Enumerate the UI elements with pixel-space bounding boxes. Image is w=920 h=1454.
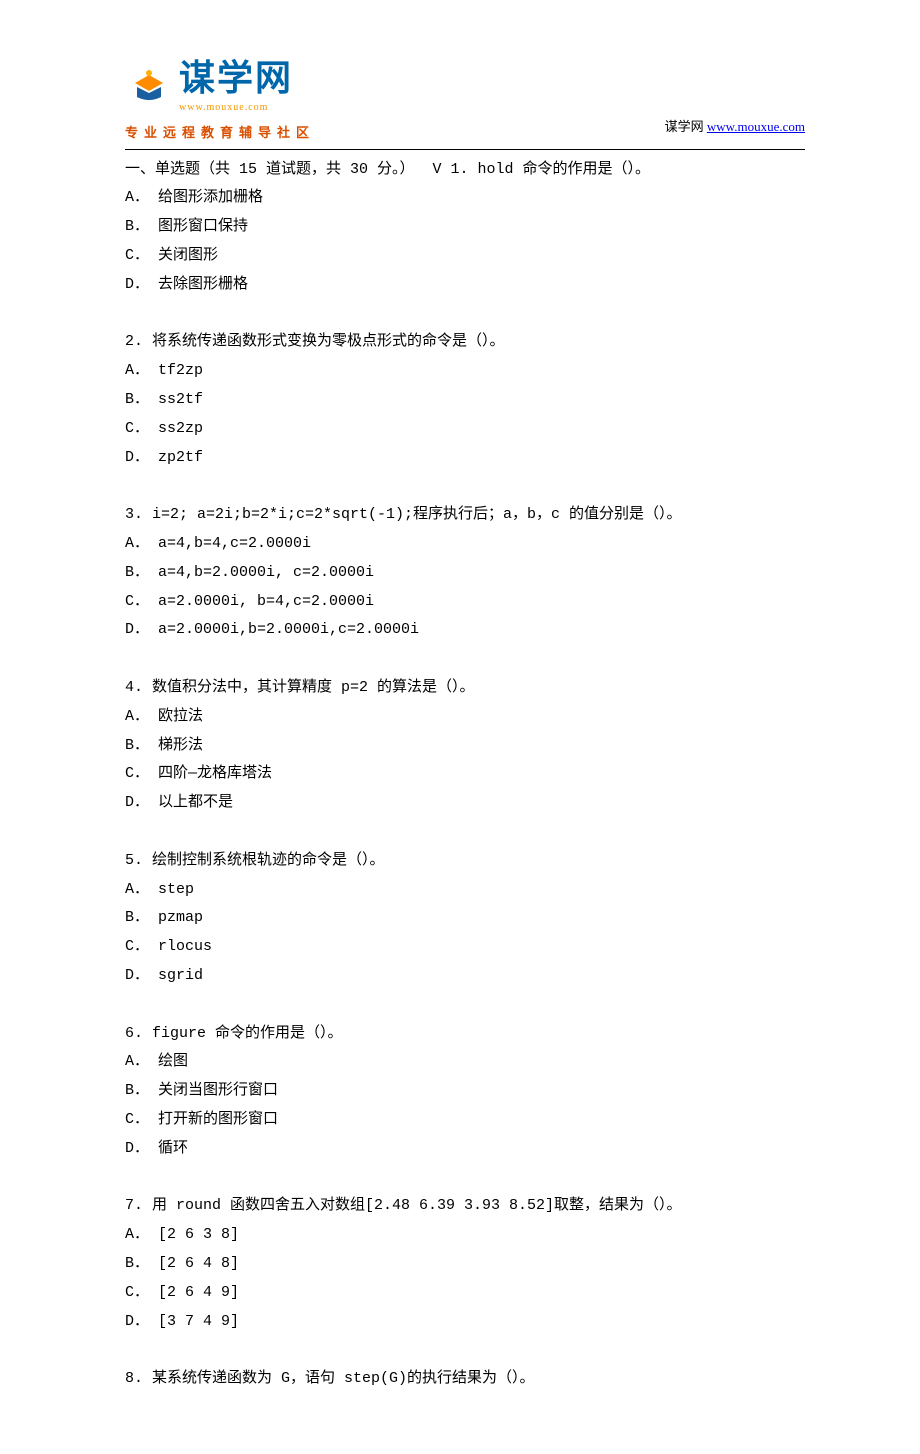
question-option: D． sgrid [125,962,805,991]
logo-pinyin: www.mouxue.com [179,98,293,117]
site-link[interactable]: www.mouxue.com [707,119,805,134]
blank-line [125,1164,805,1193]
question-option: B． a=4,b=2.0000i, c=2.0000i [125,559,805,588]
blank-line [125,1336,805,1365]
question-option: A． step [125,876,805,905]
question-option: A． 给图形添加栅格 [125,184,805,213]
question-stem: 6. figure 命令的作用是（）。 [125,1020,805,1049]
question-option: B． ss2tf [125,386,805,415]
question-option: A． 欧拉法 [125,703,805,732]
question-option: C． 打开新的图形窗口 [125,1106,805,1135]
question-option: A． [2 6 3 8] [125,1221,805,1250]
section-header: 一、单选题（共 15 道试题，共 30 分。） V 1. hold 命令的作用是… [125,156,805,185]
question-stem: 3. i=2; a=2i;b=2*i;c=2*sqrt(-1);程序执行后；a，… [125,501,805,530]
question-option: A． 绘图 [125,1048,805,1077]
site-label: 谋学网 [665,119,704,134]
blank-line [125,645,805,674]
question-option: A． tf2zp [125,357,805,386]
question-option: C． a=2.0000i, b=4,c=2.0000i [125,588,805,617]
question-option: C． ss2zp [125,415,805,444]
question-option: B． 关闭当图形行窗口 [125,1077,805,1106]
question-stem: 4. 数值积分法中，其计算精度 p=2 的算法是（）。 [125,674,805,703]
question-stem: 7. 用 round 函数四舍五入对数组[2.48 6.39 3.93 8.52… [125,1192,805,1221]
page-header: 谋学网 www.mouxue.com 专业远程教育辅导社区 谋学网 www.mo… [125,60,805,146]
question-option: B． 梯形法 [125,732,805,761]
question-option: B． 图形窗口保持 [125,213,805,242]
question-stem: 5. 绘制控制系统根轨迹的命令是（）。 [125,847,805,876]
blank-line [125,300,805,329]
question-option: C． rlocus [125,933,805,962]
question-option: D． 去除图形栅格 [125,271,805,300]
question-option: C． [2 6 4 9] [125,1279,805,1308]
question-option: D． zp2tf [125,444,805,473]
logo-block: 谋学网 www.mouxue.com 专业远程教育辅导社区 [125,60,315,146]
question-stem: 2. 将系统传递函数形式变换为零极点形式的命令是（）。 [125,328,805,357]
question-option: D． a=2.0000i,b=2.0000i,c=2.0000i [125,616,805,645]
question-option: A． a=4,b=4,c=2.0000i [125,530,805,559]
logo-text: 谋学网 [179,60,293,96]
blank-line [125,991,805,1020]
question-option: C． 四阶—龙格库塔法 [125,760,805,789]
logo-subtitle: 专业远程教育辅导社区 [125,121,315,146]
question-option: D． [3 7 4 9] [125,1308,805,1337]
site-reference: 谋学网 www.mouxue.com [665,115,805,146]
blank-line [125,818,805,847]
question-option: C． 关闭图形 [125,242,805,271]
question-stem: 8. 某系统传递函数为 G，语句 step(G)的执行结果为（）。 [125,1365,805,1394]
question-option: B． [2 6 4 8] [125,1250,805,1279]
blank-line [125,472,805,501]
question-option: B． pzmap [125,904,805,933]
question-option: D． 循环 [125,1135,805,1164]
question-option: D． 以上都不是 [125,789,805,818]
header-divider [125,149,805,150]
logo-icon [125,69,173,109]
document-content: 一、单选题（共 15 道试题，共 30 分。） V 1. hold 命令的作用是… [125,156,805,1394]
